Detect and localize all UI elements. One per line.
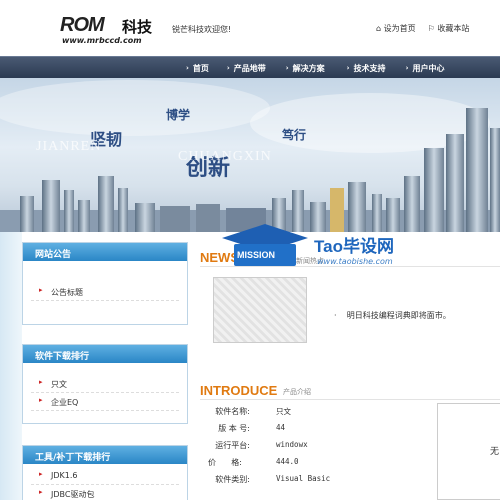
logo-url: www.mrbccd.com [62, 36, 142, 45]
logo-cn-text: 科技 [122, 18, 153, 36]
home-icon: ⌂ [376, 24, 382, 33]
bullet-icon: ▸ [39, 488, 43, 496]
download-rank-item[interactable]: ▸ 企业EQ [31, 393, 179, 411]
watermark-url: www.taobishe.com [317, 257, 393, 266]
banner-phrase-boxue: 博学 [166, 108, 191, 122]
spec-row-version: 版 本 号: 44 [218, 423, 286, 433]
main-nav: › 首页 › 产品地带 › 解决方案 › 技术支持 › 用户中心 [0, 56, 500, 78]
spec-row-price: 价 格: 444.0 [208, 457, 299, 467]
download-rank-panel: 软件下载排行 ▸ 只文 ▸ 企业EQ [22, 344, 188, 424]
nav-item-products[interactable]: › 产品地带 [227, 63, 266, 74]
notice-panel-title: 网站公告 [23, 243, 187, 261]
bullet-icon: ▸ [39, 396, 43, 404]
download-rank-title: 软件下载排行 [23, 345, 187, 363]
nav-item-user-center[interactable]: › 用户中心 [406, 63, 445, 74]
chevron-right-icon: › [405, 64, 409, 72]
header: ROM 科技 www.mrbccd.com 锐芒科技欢迎您! ⌂ 设为首页 ⚐ … [0, 0, 500, 56]
tools-rank-panel: 工具/补丁下载排行 ▸ JDK1.6 ▸ JDBC驱动包 [22, 445, 188, 500]
graduation-cap-icon [222, 224, 308, 266]
news-item[interactable]: · 明日科技编程词典即将面市。 [334, 310, 451, 321]
chevron-right-icon: › [226, 64, 230, 72]
divider [200, 399, 500, 400]
chevron-right-icon: › [186, 64, 189, 72]
panel-text: 无 [490, 447, 500, 457]
bullet-icon: ▸ [39, 378, 43, 386]
notice-item[interactable]: ▸ 公告标题 [31, 283, 179, 301]
hero-banner: 博学 坚韧 创新 笃行 JIANREN CHUANGXIN [0, 78, 500, 232]
banner-ghost-jianren: JIANREN [36, 139, 102, 154]
intro-heading: INTRODUCE [200, 383, 278, 398]
page: ROM 科技 www.mrbccd.com 锐芒科技欢迎您! ⌂ 设为首页 ⚐ … [0, 0, 500, 500]
site-logo[interactable]: ROM 科技 www.mrbccd.com [60, 14, 160, 48]
logo-mark: ROM [60, 14, 105, 36]
banner-phrase-duxing: 笃行 [282, 128, 307, 142]
product-image-panel: 无 [437, 403, 500, 500]
tools-rank-item[interactable]: ▸ JDK1.6 [31, 467, 179, 485]
left-shade [0, 232, 22, 500]
spec-row-platform: 运行平台: windowx [215, 440, 308, 450]
spec-row-name: 软件名称: 只文 [215, 407, 291, 416]
watermark: MISSION Tao毕设网 www.taobishe.com [220, 222, 430, 270]
notice-panel: 网站公告 ▸ 公告标题 [22, 242, 188, 325]
top-links: ⌂ 设为首页 ⚐ 收藏本站 [376, 23, 469, 34]
nav-item-home[interactable]: › 首页 [186, 63, 209, 74]
set-homepage-link[interactable]: ⌂ 设为首页 [376, 23, 416, 34]
news-thumbnail[interactable] [213, 277, 307, 343]
bullet-icon: ▸ [39, 470, 43, 478]
bookmark-icon: ⚐ [427, 24, 435, 33]
welcome-text: 锐芒科技欢迎您! [172, 25, 232, 34]
bullet-icon: ▸ [39, 286, 43, 294]
tools-rank-title: 工具/补丁下载排行 [23, 446, 187, 464]
bookmark-link[interactable]: ⚐ 收藏本站 [428, 23, 470, 34]
spec-row-category: 软件类别: Visual Basic [215, 474, 331, 484]
download-rank-item[interactable]: ▸ 只文 [31, 375, 179, 393]
chevron-right-icon: › [285, 64, 289, 72]
nav-item-support[interactable]: › 技术支持 [347, 63, 386, 74]
watermark-title: Tao毕设网 [314, 237, 394, 256]
intro-subheading: 产品介绍 [283, 388, 311, 396]
watermark-badge: MISSION [237, 250, 276, 260]
tools-rank-item[interactable]: ▸ JDBC驱动包 [31, 485, 179, 500]
chevron-right-icon: › [346, 64, 350, 72]
nav-item-solutions[interactable]: › 解决方案 [286, 63, 325, 74]
banner-ghost-chuangxin: CHUANGXIN [178, 149, 272, 164]
